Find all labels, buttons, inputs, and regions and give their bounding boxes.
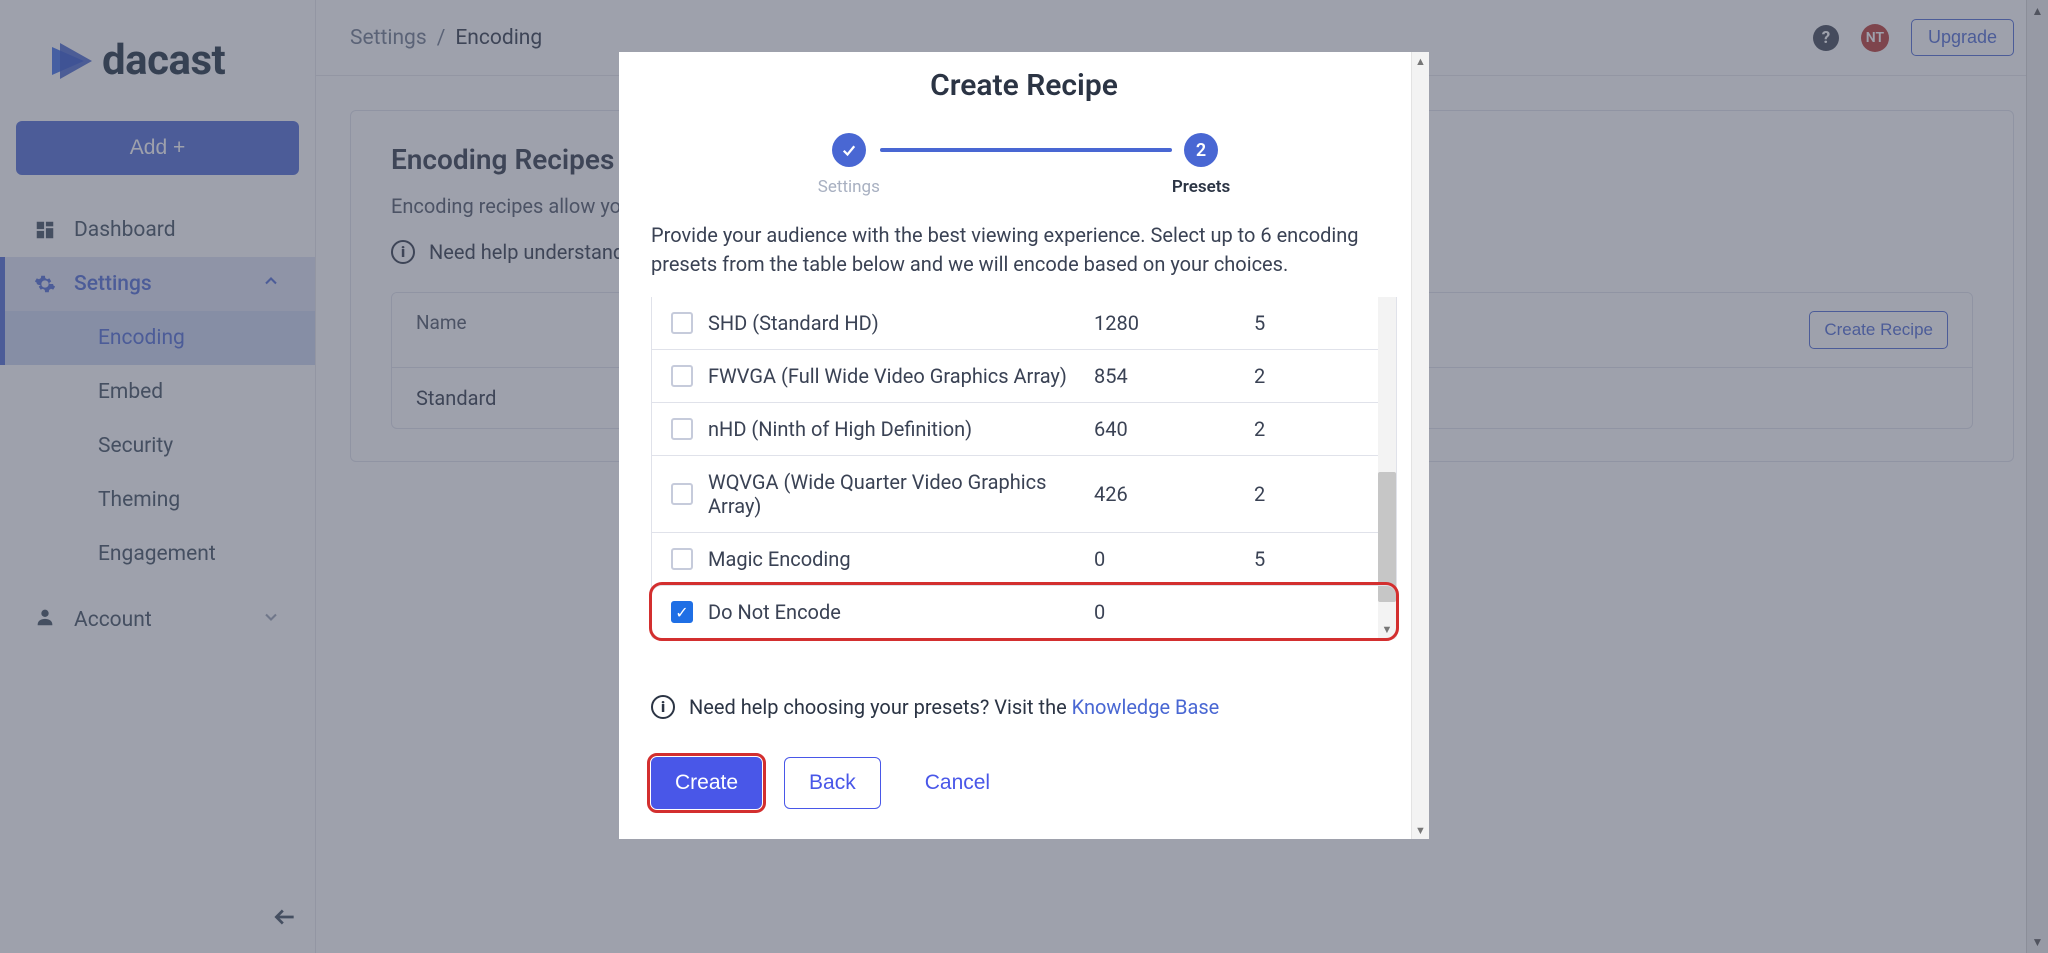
- checkbox[interactable]: ✓: [671, 601, 693, 623]
- preset-name: Magic Encoding: [708, 547, 1094, 571]
- modal-help: i Need help choosing your presets? Visit…: [651, 695, 1397, 719]
- preset-col1: 1280: [1094, 311, 1254, 335]
- preset-name: Do Not Encode: [708, 600, 1094, 624]
- modal-actions: Create Back Cancel: [651, 757, 1397, 809]
- preset-col2: 5: [1254, 547, 1374, 571]
- preset-col1: 0: [1094, 600, 1254, 624]
- modal-help-text: Need help choosing your presets? Visit t…: [689, 695, 1219, 719]
- preset-row-shd[interactable]: SHD (Standard HD) 1280 5: [652, 297, 1396, 349]
- preset-name: nHD (Ninth of High Definition): [708, 417, 1094, 441]
- preset-col1: 0: [1094, 547, 1254, 571]
- preset-col2: 2: [1254, 364, 1374, 388]
- step-presets: 2 Presets: [1172, 133, 1230, 197]
- preset-row-fwvga[interactable]: FWVGA (Full Wide Video Graphics Array) 8…: [652, 349, 1396, 402]
- preset-row-wqvga[interactable]: WQVGA (Wide Quarter Video Graphics Array…: [652, 455, 1396, 532]
- preset-col2: 2: [1254, 417, 1374, 441]
- info-icon: i: [651, 695, 675, 719]
- checkbox[interactable]: [671, 418, 693, 440]
- modal-description: Provide your audience with the best view…: [651, 221, 1397, 279]
- create-recipe-modal: Create Recipe Settings 2 Presets Provide: [619, 52, 1429, 839]
- preset-name: SHD (Standard HD): [708, 311, 1094, 335]
- step-settings: Settings: [818, 133, 880, 197]
- create-button[interactable]: Create: [651, 757, 762, 809]
- step-line: [880, 148, 1172, 152]
- modal-scrollbar[interactable]: ▲ ▼: [1411, 52, 1429, 839]
- preset-name: FWVGA (Full Wide Video Graphics Array): [708, 364, 1094, 388]
- back-button[interactable]: Back: [784, 757, 881, 809]
- scroll-down-icon[interactable]: ▼: [1412, 821, 1429, 839]
- modal-title: Create Recipe: [651, 52, 1397, 103]
- checkbox[interactable]: [671, 548, 693, 570]
- step-number: 2: [1184, 133, 1218, 167]
- checkbox[interactable]: [671, 365, 693, 387]
- knowledge-base-link[interactable]: Knowledge Base: [1072, 695, 1220, 719]
- preset-row-do-not-encode[interactable]: ✓ Do Not Encode 0: [652, 585, 1396, 638]
- modal-overlay: Create Recipe Settings 2 Presets Provide: [0, 0, 2048, 953]
- cancel-button[interactable]: Cancel: [925, 771, 990, 795]
- preset-name: WQVGA (Wide Quarter Video Graphics Array…: [708, 470, 1094, 518]
- preset-col1: 426: [1094, 482, 1254, 506]
- stepper: Settings 2 Presets: [651, 133, 1397, 197]
- checkbox[interactable]: [671, 483, 693, 505]
- step-label: Settings: [818, 177, 880, 197]
- preset-col2: 5: [1254, 311, 1374, 335]
- app-root: dacast Add + Dashboard Settings Encoding: [0, 0, 2048, 953]
- preset-table: SHD (Standard HD) 1280 5 FWVGA (Full Wid…: [651, 297, 1397, 639]
- step-label: Presets: [1172, 177, 1230, 197]
- preset-col1: 854: [1094, 364, 1254, 388]
- step-check-icon: [832, 133, 866, 167]
- checkbox[interactable]: [671, 312, 693, 334]
- preset-row-magic[interactable]: Magic Encoding 0 5: [652, 532, 1396, 585]
- scroll-thumb[interactable]: [1378, 472, 1396, 602]
- scroll-up-icon[interactable]: ▲: [1412, 52, 1429, 70]
- preset-col1: 640: [1094, 417, 1254, 441]
- preset-col2: 2: [1254, 482, 1374, 506]
- preset-row-nhd[interactable]: nHD (Ninth of High Definition) 640 2: [652, 402, 1396, 455]
